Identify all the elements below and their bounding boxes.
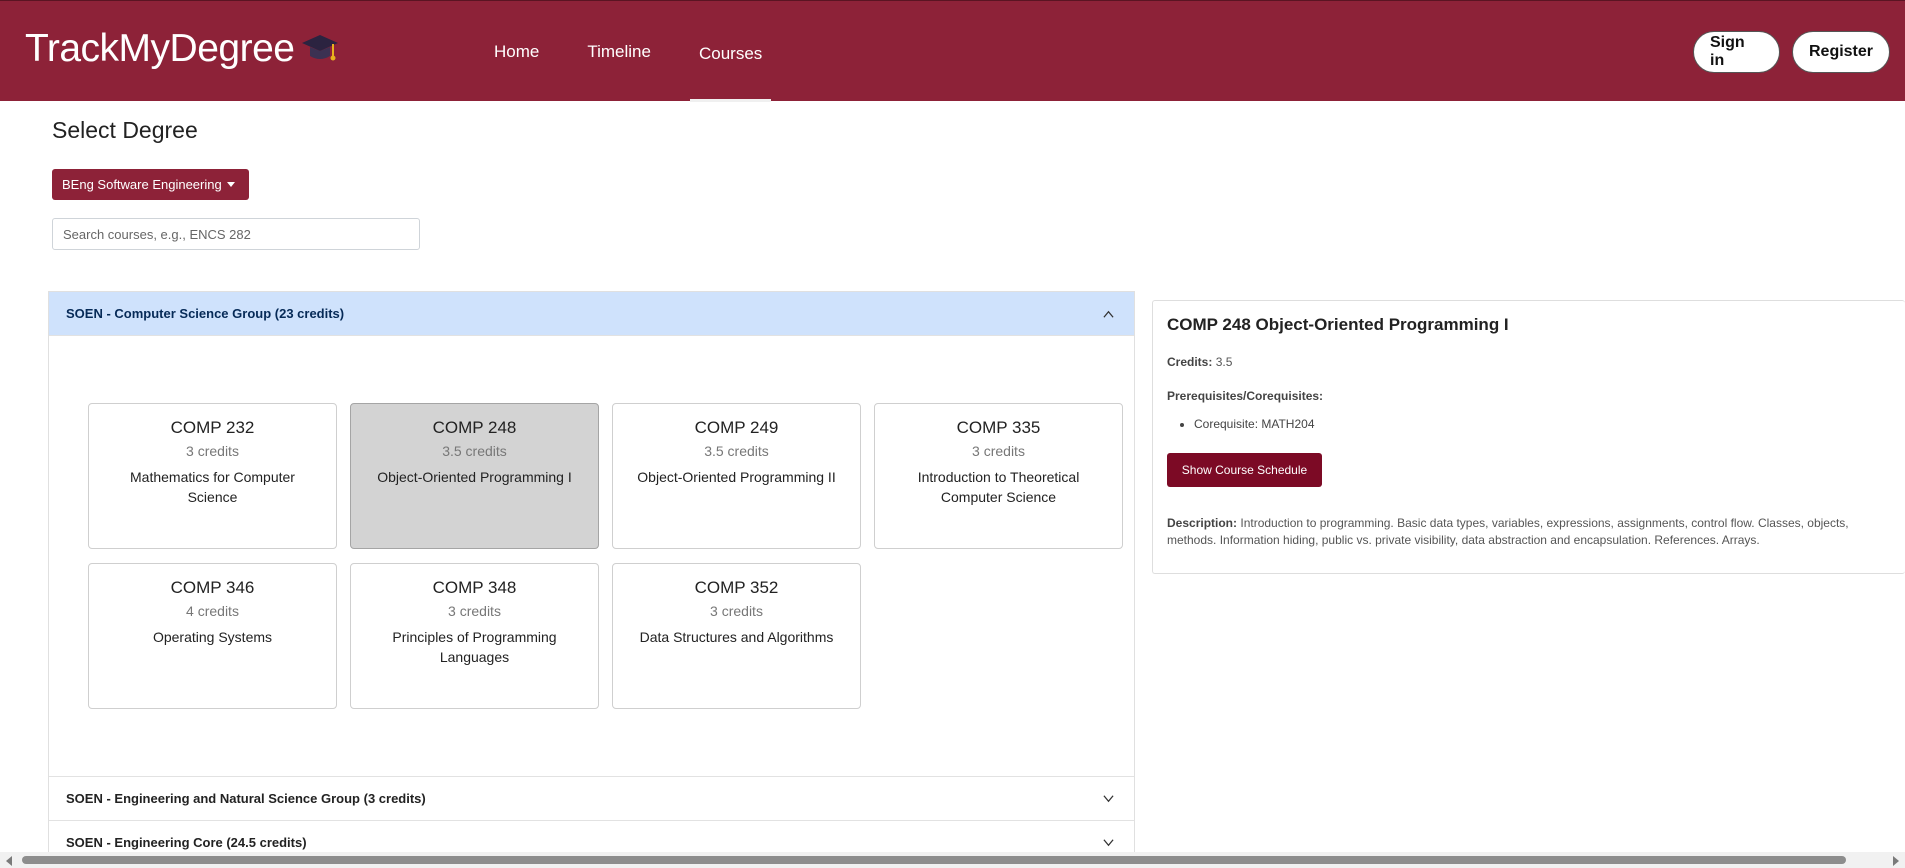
group-title: SOEN - Engineering Core (24.5 credits) [66, 835, 307, 850]
course-name: Introduction to Theoretical Computer Sci… [917, 469, 1080, 505]
description-label: Description: [1167, 516, 1238, 530]
credits-value: 3.5 [1215, 355, 1233, 369]
course-card-comp249[interactable]: COMP 249 3.5 credits Object-Oriented Pro… [612, 403, 861, 549]
course-name: Mathematics for Computer Science [130, 469, 295, 505]
course-card-comp248[interactable]: COMP 248 3.5 credits Object-Oriented Pro… [350, 403, 599, 549]
prereq-list: Corequisite: MATH204 [1167, 417, 1891, 431]
horizontal-scrollbar[interactable] [0, 852, 1905, 868]
group-body-computer-science: COMP 232 3 credits Mathematics for Compu… [49, 336, 1134, 777]
graduation-cap-icon [300, 29, 340, 69]
degree-dropdown-label: BEng Software Engineering [62, 177, 222, 192]
course-credits: 3 credits [448, 603, 501, 619]
course-credits: 3 credits [972, 443, 1025, 459]
course-credits: 3.5 credits [704, 443, 769, 459]
course-card-comp348[interactable]: COMP 348 3 credits Principles of Program… [350, 563, 599, 709]
group-title: SOEN - Engineering and Natural Science G… [66, 791, 426, 806]
register-button[interactable]: Register [1792, 31, 1890, 73]
show-course-schedule-button[interactable]: Show Course Schedule [1167, 453, 1322, 487]
course-detail-prereqs: Prerequisites/Corequisites: [1167, 389, 1891, 403]
course-code: COMP 352 [694, 578, 779, 597]
course-card-comp232[interactable]: COMP 232 3 credits Mathematics for Compu… [88, 403, 337, 549]
course-name: Object-Oriented Programming II [637, 469, 836, 485]
course-credits: 3.5 credits [442, 443, 507, 459]
prereq-label: Prerequisites/Corequisites: [1167, 389, 1324, 403]
course-name: Operating Systems [152, 629, 273, 645]
nav-courses[interactable]: Courses [675, 1, 786, 102]
course-detail-title: COMP 248 Object-Oriented Programming I [1167, 315, 1509, 334]
group-header-computer-science[interactable]: SOEN - Computer Science Group (23 credit… [49, 292, 1134, 336]
chevron-down-icon [1103, 794, 1114, 802]
brand-logo[interactable]: TrackMyDegree [25, 27, 340, 71]
course-code: COMP 248 [432, 418, 517, 437]
scroll-left-icon[interactable] [6, 856, 12, 866]
sign-in-button[interactable]: Sign in [1693, 31, 1780, 73]
course-description: Description: Introduction to programming… [1167, 515, 1891, 549]
course-name: Object-Oriented Programming I [377, 469, 572, 485]
group-header-engineering-natural-science[interactable]: SOEN - Engineering and Natural Science G… [49, 777, 1134, 821]
course-code: COMP 348 [432, 578, 517, 597]
description-text: Introduction to programming. Basic data … [1167, 516, 1849, 547]
scroll-right-icon[interactable] [1893, 856, 1899, 866]
degree-dropdown[interactable]: BEng Software Engineering [52, 169, 249, 200]
course-code: COMP 335 [956, 418, 1041, 437]
course-name: Data Structures and Algorithms [639, 629, 834, 645]
course-card-comp346[interactable]: COMP 346 4 credits Operating Systems [88, 563, 337, 709]
scrollbar-thumb[interactable] [22, 856, 1846, 864]
top-navbar: TrackMyDegree Home Timeline Courses Sign… [0, 0, 1905, 102]
course-credits: 3 credits [710, 603, 763, 619]
course-search-input[interactable] [52, 218, 420, 250]
course-card-comp335[interactable]: COMP 335 3 credits Introduction to Theor… [874, 403, 1123, 549]
course-detail-credits: Credits: 3.5 [1167, 355, 1891, 369]
caret-down-icon [226, 182, 235, 187]
course-credits: 4 credits [186, 603, 239, 619]
course-name: Principles of Programming Languages [392, 629, 557, 665]
main-nav: Home Timeline Courses [470, 1, 786, 102]
course-credits: 3 credits [186, 443, 239, 459]
chevron-up-icon [1103, 310, 1114, 318]
credits-label: Credits: [1167, 355, 1213, 369]
course-card-comp352[interactable]: COMP 352 3 credits Data Structures and A… [612, 563, 861, 709]
page-title: Select Degree [52, 117, 198, 143]
nav-timeline[interactable]: Timeline [563, 1, 675, 102]
chevron-down-icon [1103, 838, 1114, 846]
group-title: SOEN - Computer Science Group (23 credit… [66, 306, 345, 321]
prereq-item: Corequisite: MATH204 [1194, 417, 1891, 431]
nav-home[interactable]: Home [470, 1, 563, 102]
course-code: COMP 346 [170, 578, 255, 597]
course-code: COMP 249 [694, 418, 779, 437]
course-code: COMP 232 [170, 418, 255, 437]
course-groups-accordion: SOEN - Computer Science Group (23 credit… [48, 291, 1135, 868]
brand-name: TrackMyDegree [25, 27, 295, 70]
course-detail-panel: COMP 248 Object-Oriented Programming I C… [1152, 300, 1905, 574]
